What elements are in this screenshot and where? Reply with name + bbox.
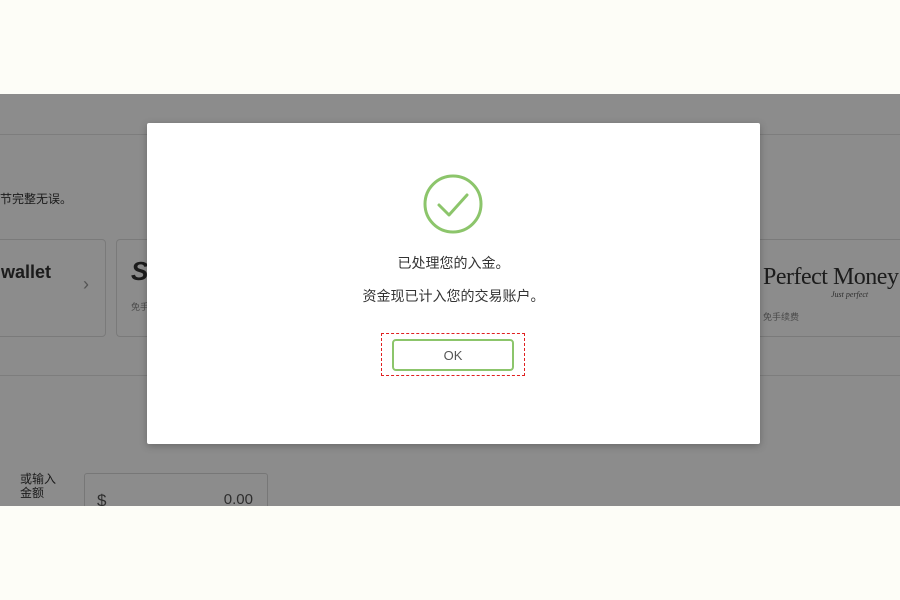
dialog-message-line1: 已处理您的入金。 — [397, 256, 510, 272]
deposit-success-dialog: 已处理您的入金。 资金现已计入您的交易账户。 OK — [147, 123, 760, 444]
dialog-message-line2: 资金现已计入您的交易账户。 — [362, 289, 545, 305]
success-check-icon — [423, 174, 483, 234]
ok-button[interactable]: OK — [392, 339, 514, 371]
